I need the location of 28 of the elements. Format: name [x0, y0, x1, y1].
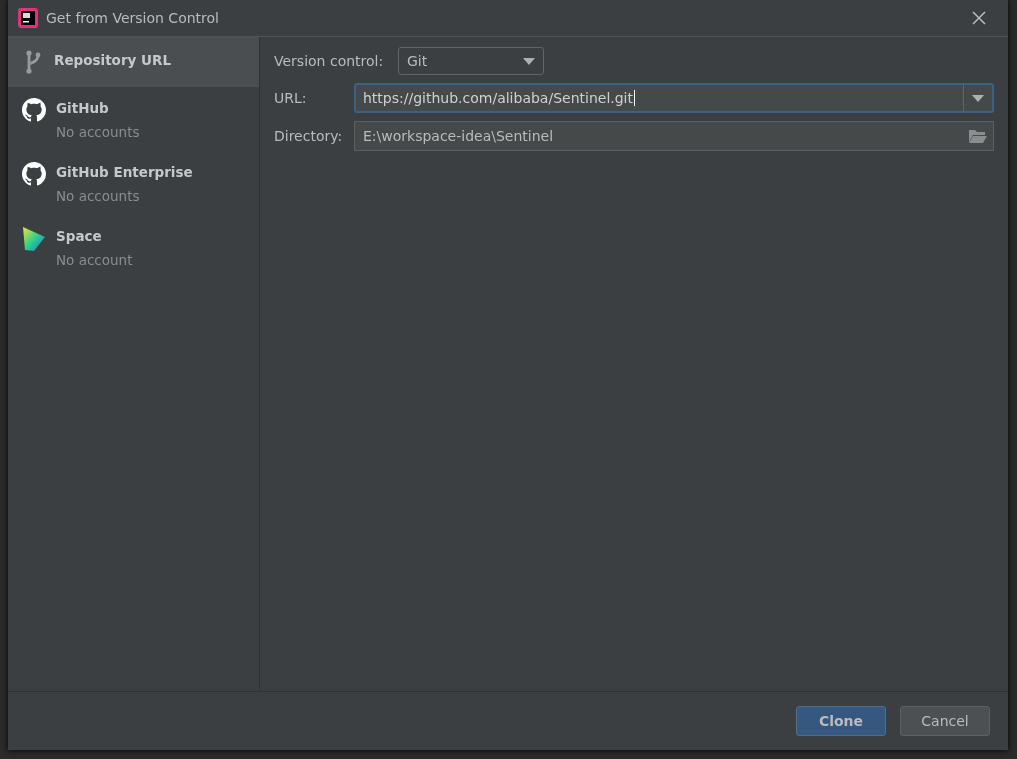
- app-logo-icon: [18, 8, 38, 28]
- caret-icon: [523, 57, 535, 65]
- sidebar-item-label: GitHub: [56, 99, 110, 118]
- version-control-dropdown[interactable]: Git: [398, 47, 544, 75]
- github-icon: [22, 162, 46, 186]
- sidebar-item[interactable]: Repository URL: [8, 37, 259, 87]
- close-icon[interactable]: [972, 11, 986, 25]
- cancel-button[interactable]: Cancel: [900, 706, 990, 736]
- url-field[interactable]: https://github.com/alibaba/Sentinel.git: [354, 83, 994, 113]
- space-logo-icon: [22, 226, 46, 252]
- clone-button[interactable]: Clone: [796, 706, 886, 736]
- caret-icon: [972, 94, 984, 102]
- account-status: No accounts: [56, 124, 140, 140]
- field-label: Version control:: [274, 53, 385, 69]
- sidebar-item-label: Repository URL: [54, 51, 171, 70]
- field-label: URL:: [274, 90, 308, 106]
- sidebar-item[interactable]: GitHub No accounts: [8, 87, 259, 151]
- sidebar-item[interactable]: Space No account: [8, 215, 259, 279]
- folder-icon[interactable]: [969, 129, 987, 143]
- window-title: Get from Version Control: [46, 10, 220, 26]
- sidebar-item-label: Space: [56, 227, 103, 246]
- account-status: No accounts: [56, 188, 141, 204]
- account-status: No account: [56, 252, 133, 268]
- sidebar-item[interactable]: GitHub Enterprise No accounts: [8, 151, 259, 215]
- github-icon: [22, 98, 46, 122]
- directory-field[interactable]: E:\workspace-idea\Sentinel: [354, 121, 994, 151]
- sidebar-item-label: GitHub Enterprise: [56, 163, 193, 182]
- field-label: Directory:: [274, 128, 344, 144]
